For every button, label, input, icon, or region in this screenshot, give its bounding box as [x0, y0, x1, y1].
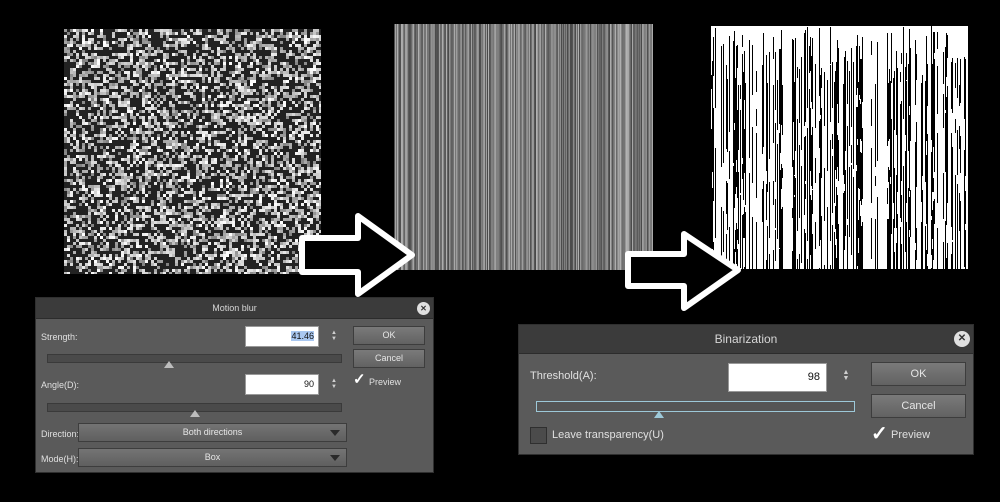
arrow-right-icon [625, 231, 741, 311]
arrow-right-icon [299, 213, 415, 297]
chevron-down-icon [330, 429, 340, 436]
dialog-title: Motion blur [36, 298, 433, 319]
noise-texture-image [64, 29, 321, 274]
mode-label: Mode(H): [41, 454, 79, 464]
threshold-input[interactable]: 98 [728, 363, 827, 392]
mode-value: Box [204, 452, 221, 462]
ok-button[interactable]: OK [871, 362, 966, 386]
threshold-value: 98 [807, 371, 820, 383]
direction-label: Direction: [41, 429, 80, 439]
ok-button[interactable]: OK [353, 326, 425, 345]
dialog-title-text: Motion blur [212, 303, 257, 313]
motion-blurred-texture-image [394, 24, 653, 270]
threshold-spinner[interactable]: ▲▼ [841, 369, 851, 382]
cancel-button[interactable]: Cancel [871, 394, 966, 418]
preview-label: Preview [369, 377, 402, 387]
direction-select[interactable]: Both directions [78, 423, 347, 442]
close-icon[interactable]: ✕ [417, 302, 430, 315]
threshold-slider[interactable] [536, 401, 855, 412]
strength-slider[interactable] [47, 354, 342, 363]
preview-checkbox-checkmark-icon[interactable]: ✓ [353, 372, 366, 388]
angle-label: Angle(D): [41, 380, 80, 390]
angle-input[interactable]: 90 [245, 374, 319, 395]
close-icon[interactable]: ✕ [954, 331, 970, 347]
angle-spinner[interactable]: ▲▼ [329, 378, 339, 390]
leave-transparency-checkbox[interactable] [530, 427, 547, 444]
strength-slider-thumb[interactable] [164, 361, 175, 368]
dialog-title-text: Binarization [714, 332, 778, 346]
leave-transparency-label: Leave transparency(U) [552, 429, 664, 441]
strength-value: 41.46 [291, 331, 314, 341]
direction-value: Both directions [182, 427, 243, 437]
mode-select[interactable]: Box [78, 448, 347, 467]
threshold-slider-thumb[interactable] [653, 411, 664, 418]
chevron-down-icon [330, 454, 340, 461]
strength-input[interactable]: 41.46 [245, 326, 319, 347]
dialog-title: Binarization [519, 325, 973, 354]
preview-label: Preview [891, 429, 931, 441]
angle-slider-thumb[interactable] [189, 410, 200, 417]
strength-spinner[interactable]: ▲▼ [329, 330, 339, 342]
strength-label: Strength: [41, 332, 78, 342]
threshold-label: Threshold(A): [530, 370, 597, 382]
binarization-dialog: Binarization ✕ Threshold(A): 98 ▲▼ Leave… [518, 324, 974, 455]
angle-value: 90 [303, 379, 314, 389]
preview-checkbox-checkmark-icon[interactable]: ✓ [871, 423, 888, 445]
motion-blur-dialog: Motion blur ✕ Strength: 41.46 ▲▼ Angle(D… [35, 297, 434, 473]
binarized-texture-image [711, 26, 968, 269]
cancel-button[interactable]: Cancel [353, 349, 425, 368]
